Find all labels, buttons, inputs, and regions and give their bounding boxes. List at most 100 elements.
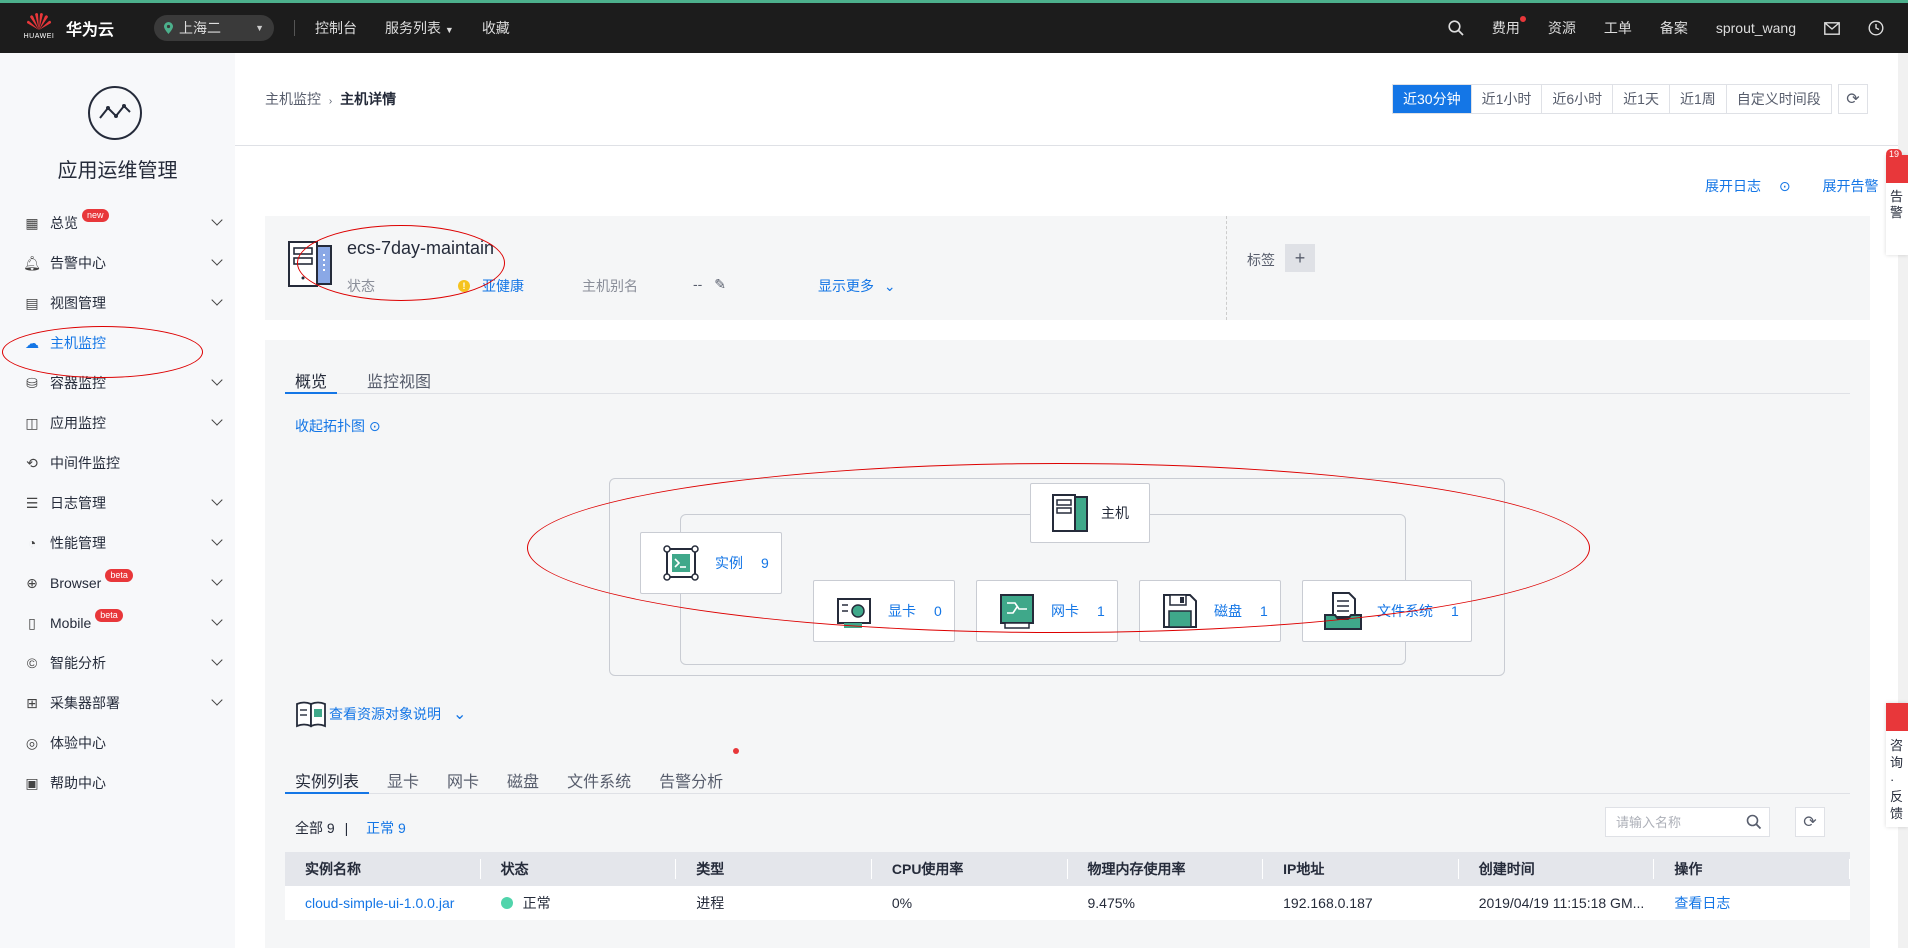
- instance-table: 实例名称 状态 类型 CPU使用率 物理内存使用率 IP地址 创建时间 操作 c…: [285, 852, 1850, 920]
- time-tab-1h[interactable]: 近1小时: [1472, 85, 1543, 113]
- nav-tickets[interactable]: 工单: [1604, 18, 1632, 38]
- expand-logs-link[interactable]: 展开日志 ⊙: [1705, 178, 1805, 194]
- column-header: 操作: [1654, 859, 1850, 879]
- time-tab-1w[interactable]: 近1周: [1670, 85, 1727, 113]
- floating-feedback-widget[interactable]: 咨询·反馈: [1886, 703, 1908, 827]
- breadcrumb-parent[interactable]: 主机监控: [265, 91, 321, 107]
- collapse-topology-link[interactable]: 收起拓扑图 ⊙: [295, 416, 381, 436]
- time-tab-custom[interactable]: 自定义时间段: [1727, 85, 1831, 113]
- container-icon: ⛁: [26, 374, 38, 391]
- app-title: 应用运维管理: [57, 160, 178, 182]
- normal-count-filter[interactable]: 正常 9: [366, 820, 406, 836]
- tab-gpu[interactable]: 显卡: [377, 768, 429, 794]
- nav-billing[interactable]: 费用: [1492, 16, 1526, 38]
- search-icon[interactable]: [1746, 814, 1762, 830]
- instance-name-link[interactable]: cloud-simple-ui-1.0.0.jar: [285, 895, 481, 911]
- collector-icon: ⊞: [26, 694, 38, 711]
- sidebar-item-host-monitoring[interactable]: ☁ 主机监控: [0, 323, 235, 363]
- huawei-cloud-logo[interactable]: HUAWEI 华为云: [24, 11, 150, 45]
- tab-monitoring-view[interactable]: 监控视图: [357, 368, 441, 394]
- nav-favorites[interactable]: 收藏: [482, 18, 510, 38]
- sidebar-item-collector-deployment[interactable]: ⊞ 采集器部署: [0, 683, 235, 723]
- refresh-button[interactable]: ⟳: [1838, 84, 1868, 114]
- topology-node-gpu[interactable]: 显卡 0: [813, 580, 955, 642]
- chevron-down-icon: ⌄: [883, 278, 896, 294]
- user-menu[interactable]: sprout_wang: [1716, 20, 1796, 36]
- log-icon: ☰: [25, 494, 39, 511]
- time-tab-30min[interactable]: 近30分钟: [1393, 85, 1472, 113]
- sidebar-item-smart-analysis[interactable]: © 智能分析: [0, 643, 235, 683]
- nav-resources[interactable]: 资源: [1548, 18, 1576, 38]
- sidebar-item-view-management[interactable]: ▤ 视图管理: [0, 283, 235, 323]
- chevron-down-icon: [211, 374, 223, 386]
- time-range-tabs: 近30分钟 近1小时 近6小时 近1天 近1周 自定义时间段: [1392, 84, 1832, 114]
- help-icon: ▣: [25, 774, 39, 791]
- caret-down-icon: ▼: [255, 23, 264, 33]
- view-logs-link[interactable]: 查看日志: [1654, 893, 1850, 913]
- clock-icon[interactable]: [1868, 20, 1884, 36]
- nav-filing[interactable]: 备案: [1660, 18, 1688, 38]
- time-tab-6h[interactable]: 近6小时: [1542, 85, 1614, 113]
- view-resource-description-link[interactable]: 查看资源对象说明 ⌄: [295, 700, 466, 728]
- sidebar-item-overview[interactable]: ▦ 总览 new: [0, 203, 235, 243]
- add-tag-button[interactable]: +: [1285, 244, 1315, 272]
- search-icon[interactable]: [1448, 20, 1464, 36]
- tab-overview[interactable]: 概览: [285, 368, 338, 394]
- brand-name: 华为云: [66, 22, 115, 39]
- sidebar-item-app-monitoring[interactable]: ◫ 应用监控: [0, 403, 235, 443]
- breadcrumb-separator-icon: ›: [328, 96, 333, 107]
- edit-pencil-icon[interactable]: ✎: [714, 276, 726, 292]
- sidebar-item-mobile[interactable]: ▯ Mobile beta: [0, 603, 235, 643]
- topology-node-instance[interactable]: 实例 9: [640, 532, 782, 594]
- chevron-down-icon: [211, 254, 223, 266]
- divider: [294, 20, 295, 36]
- sidebar-item-log-management[interactable]: ☰ 日志管理: [0, 483, 235, 523]
- tab-alarm-analysis[interactable]: 告警分析: [649, 748, 740, 794]
- chevron-down-icon: [211, 654, 223, 666]
- topology-node-host[interactable]: 主机: [1030, 483, 1150, 543]
- sidebar-item-browser[interactable]: ⊕ Browser beta: [0, 563, 235, 603]
- tab-instance-list[interactable]: 实例列表: [285, 768, 370, 794]
- sidebar-item-middleware-monitoring[interactable]: ⟲ 中间件监控: [0, 443, 235, 483]
- table-refresh-button[interactable]: ⟳: [1795, 807, 1825, 837]
- breadcrumb: 主机监控 › 主机详情: [265, 89, 396, 109]
- column-header: 状态: [481, 859, 677, 879]
- sidebar-item-alarm-center[interactable]: 🔔︎ 告警中心: [0, 243, 235, 283]
- warning-icon: !: [458, 280, 470, 292]
- topology-node-filesystem[interactable]: 文件系统 1: [1302, 580, 1472, 642]
- tab-nic[interactable]: 网卡: [437, 768, 489, 794]
- server-icon: [1052, 494, 1088, 532]
- mail-icon[interactable]: [1824, 21, 1840, 35]
- analysis-icon: ©: [26, 655, 38, 671]
- refresh-icon: ⟳: [1803, 814, 1817, 831]
- region-label: 上海二: [179, 20, 221, 36]
- column-header: 创建时间: [1459, 859, 1655, 879]
- tag-label: 标签: [1247, 252, 1275, 268]
- status-cell: 正常: [481, 893, 677, 913]
- sidebar-item-container-monitoring[interactable]: ⛁ 容器监控: [0, 363, 235, 403]
- sidebar-item-help-center[interactable]: ▣ 帮助中心: [0, 763, 235, 803]
- time-tab-1d[interactable]: 近1天: [1613, 85, 1670, 113]
- show-more-link[interactable]: 显示更多 ⌄: [818, 276, 896, 296]
- overview-panel: 概览 监控视图 收起拓扑图 ⊙ 主机 实例 9 显卡 0 网卡 1 磁盘 1 文…: [265, 340, 1870, 948]
- floating-alarm-widget[interactable]: 19 告警: [1886, 149, 1908, 255]
- nav-service-list[interactable]: 服务列表 ▼: [385, 18, 454, 38]
- sidebar-item-experience-center[interactable]: ◎ 体验中心: [0, 723, 235, 763]
- topology-node-disk[interactable]: 磁盘 1: [1139, 580, 1281, 642]
- region-select[interactable]: 上海二 ▼: [154, 15, 274, 41]
- tab-filesystem[interactable]: 文件系统: [557, 768, 641, 794]
- disk-icon: [1163, 594, 1197, 628]
- column-header: 实例名称: [285, 859, 481, 879]
- sidebar-item-performance-management[interactable]: ◔ 性能管理: [0, 523, 235, 563]
- topology-node-nic[interactable]: 网卡 1: [976, 580, 1118, 642]
- ip-cell: 192.168.0.187: [1263, 895, 1459, 911]
- instance-count-summary: 全部 9 | 正常 9: [295, 820, 406, 836]
- server-icon: [288, 241, 332, 287]
- alarm-count-badge: 19: [1886, 149, 1903, 159]
- nav-console[interactable]: 控制台: [315, 18, 357, 38]
- aom-logo-icon: [88, 86, 142, 140]
- main-content: 主机监控 › 主机详情 近30分钟 近1小时 近6小时 近1天 近1周 自定义时…: [235, 53, 1908, 948]
- search-input[interactable]: [1616, 814, 1736, 830]
- memory-cell: 9.475%: [1068, 895, 1264, 911]
- tab-disk[interactable]: 磁盘: [497, 768, 549, 794]
